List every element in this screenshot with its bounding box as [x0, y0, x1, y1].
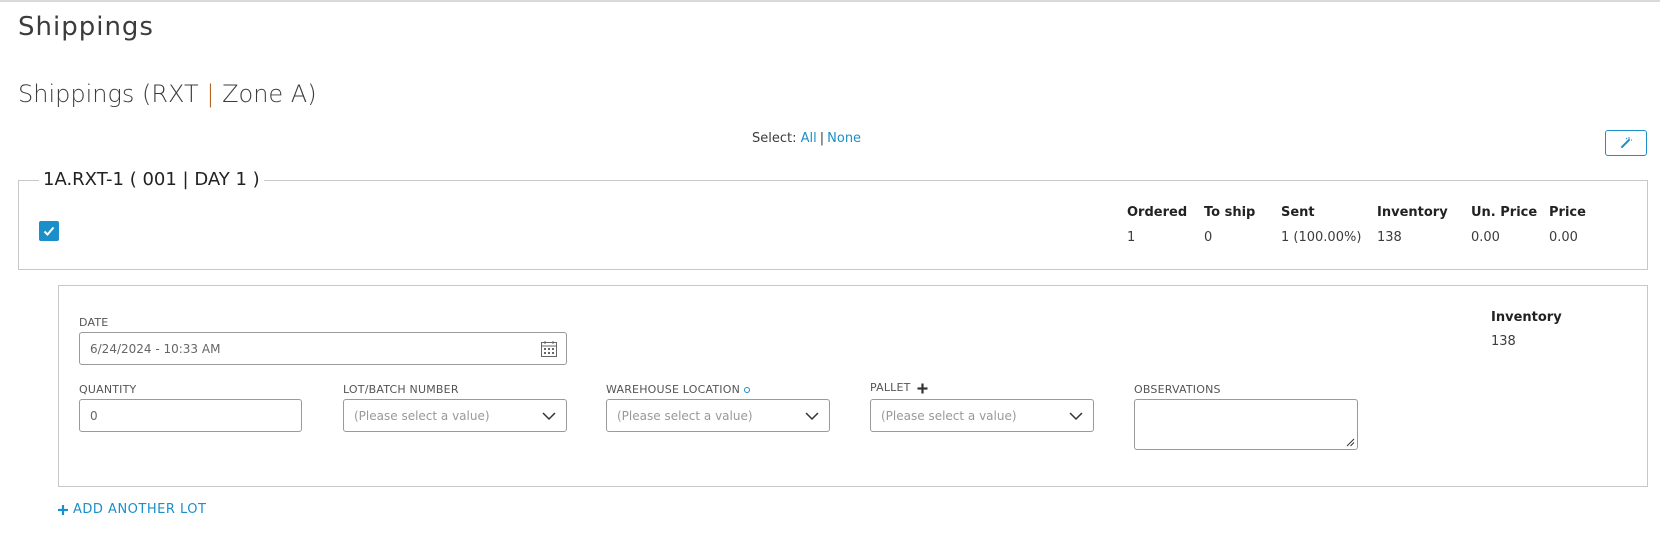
add-another-lot-button[interactable]: ADD ANOTHER LOT [58, 502, 206, 517]
pallet-select[interactable]: (Please select a value) [870, 399, 1094, 432]
stat-header: To ship [1204, 205, 1256, 220]
stat-header: Sent [1281, 205, 1315, 220]
pallet-placeholder: (Please select a value) [881, 408, 1017, 423]
lot-panel: DATE 6/24/2024 - 10:33 AM QUANTITY 0 LOT… [58, 285, 1648, 487]
section-title: Shippings (RXT | Zone A) [18, 80, 317, 108]
date-label: DATE [79, 316, 109, 329]
select-none-link[interactable]: None [827, 131, 861, 146]
lot-batch-label: LOT/BATCH NUMBER [343, 383, 459, 396]
stat-value: 0.00 [1549, 230, 1578, 245]
stat-value: 0 [1204, 230, 1213, 245]
add-another-lot-label: ADD ANOTHER LOT [73, 502, 207, 517]
wand-icon [1621, 137, 1632, 148]
calendar-icon[interactable] [540, 340, 558, 358]
plus-icon[interactable] [917, 383, 928, 394]
quantity-value: 0 [90, 408, 98, 423]
page-title: Shippings [18, 12, 154, 42]
plus-icon [58, 504, 68, 515]
chevron-down-icon [542, 411, 556, 420]
stat-price: Price 0.00 [1549, 205, 1586, 245]
top-divider [0, 0, 1660, 2]
stat-sent: Sent 1 (100.00%) [1281, 205, 1361, 245]
date-input[interactable]: 6/24/2024 - 10:33 AM [79, 332, 567, 365]
select-divider: | [819, 131, 825, 146]
lot-batch-placeholder: (Please select a value) [354, 408, 490, 423]
item-legend: 1A.RXT-1 ( 001 | DAY 1 ) [39, 169, 264, 190]
observations-label: OBSERVATIONS [1134, 383, 1221, 396]
chevron-down-icon [1069, 411, 1083, 420]
stat-unit-price: Un. Price 0.00 [1471, 205, 1537, 245]
wand-button[interactable] [1605, 130, 1647, 156]
stat-header: Ordered [1127, 205, 1188, 220]
stat-value: 138 [1377, 230, 1402, 245]
lot-inventory-value: 138 [1491, 334, 1516, 349]
section-title-suffix: Zone A) [214, 80, 317, 108]
stat-header: Inventory [1377, 205, 1448, 220]
section-title-prefix: Shippings (RXT [18, 80, 207, 108]
check-icon [43, 226, 55, 236]
date-value: 6/24/2024 - 10:33 AM [90, 341, 221, 356]
select-controls: Select: All | None [752, 131, 861, 146]
quantity-input[interactable]: 0 [79, 399, 302, 432]
select-label: Select: [752, 131, 797, 146]
warehouse-location-label-text: WAREHOUSE LOCATION [606, 383, 740, 396]
stat-inventory: Inventory 138 [1377, 205, 1448, 245]
warehouse-location-select[interactable]: (Please select a value) [606, 399, 830, 432]
required-dot-icon [744, 387, 750, 393]
lot-inventory-label: Inventory [1491, 310, 1562, 325]
stat-value: 1 (100.00%) [1281, 230, 1362, 245]
chevron-down-icon [805, 411, 819, 420]
select-all-link[interactable]: All [801, 131, 817, 146]
warehouse-location-label: WAREHOUSE LOCATION [606, 383, 750, 396]
pallet-label-text: PALLET [870, 381, 911, 394]
item-checkbox[interactable] [39, 221, 59, 241]
item-fieldset: 1A.RXT-1 ( 001 | DAY 1 ) Ordered 1 To sh… [18, 169, 1648, 270]
lot-batch-select[interactable]: (Please select a value) [343, 399, 567, 432]
pallet-label: PALLET [870, 381, 928, 394]
observations-textarea[interactable] [1134, 399, 1358, 450]
stat-ordered: Ordered 1 [1127, 205, 1187, 245]
stat-header: Un. Price [1471, 205, 1538, 220]
stat-header: Price [1549, 205, 1586, 220]
stat-value: 0.00 [1471, 230, 1500, 245]
warehouse-location-placeholder: (Please select a value) [617, 408, 753, 423]
stat-to-ship: To ship 0 [1204, 205, 1255, 245]
stat-value: 1 [1127, 230, 1136, 245]
quantity-label: QUANTITY [79, 383, 137, 396]
resize-grip-icon[interactable] [1345, 437, 1355, 447]
